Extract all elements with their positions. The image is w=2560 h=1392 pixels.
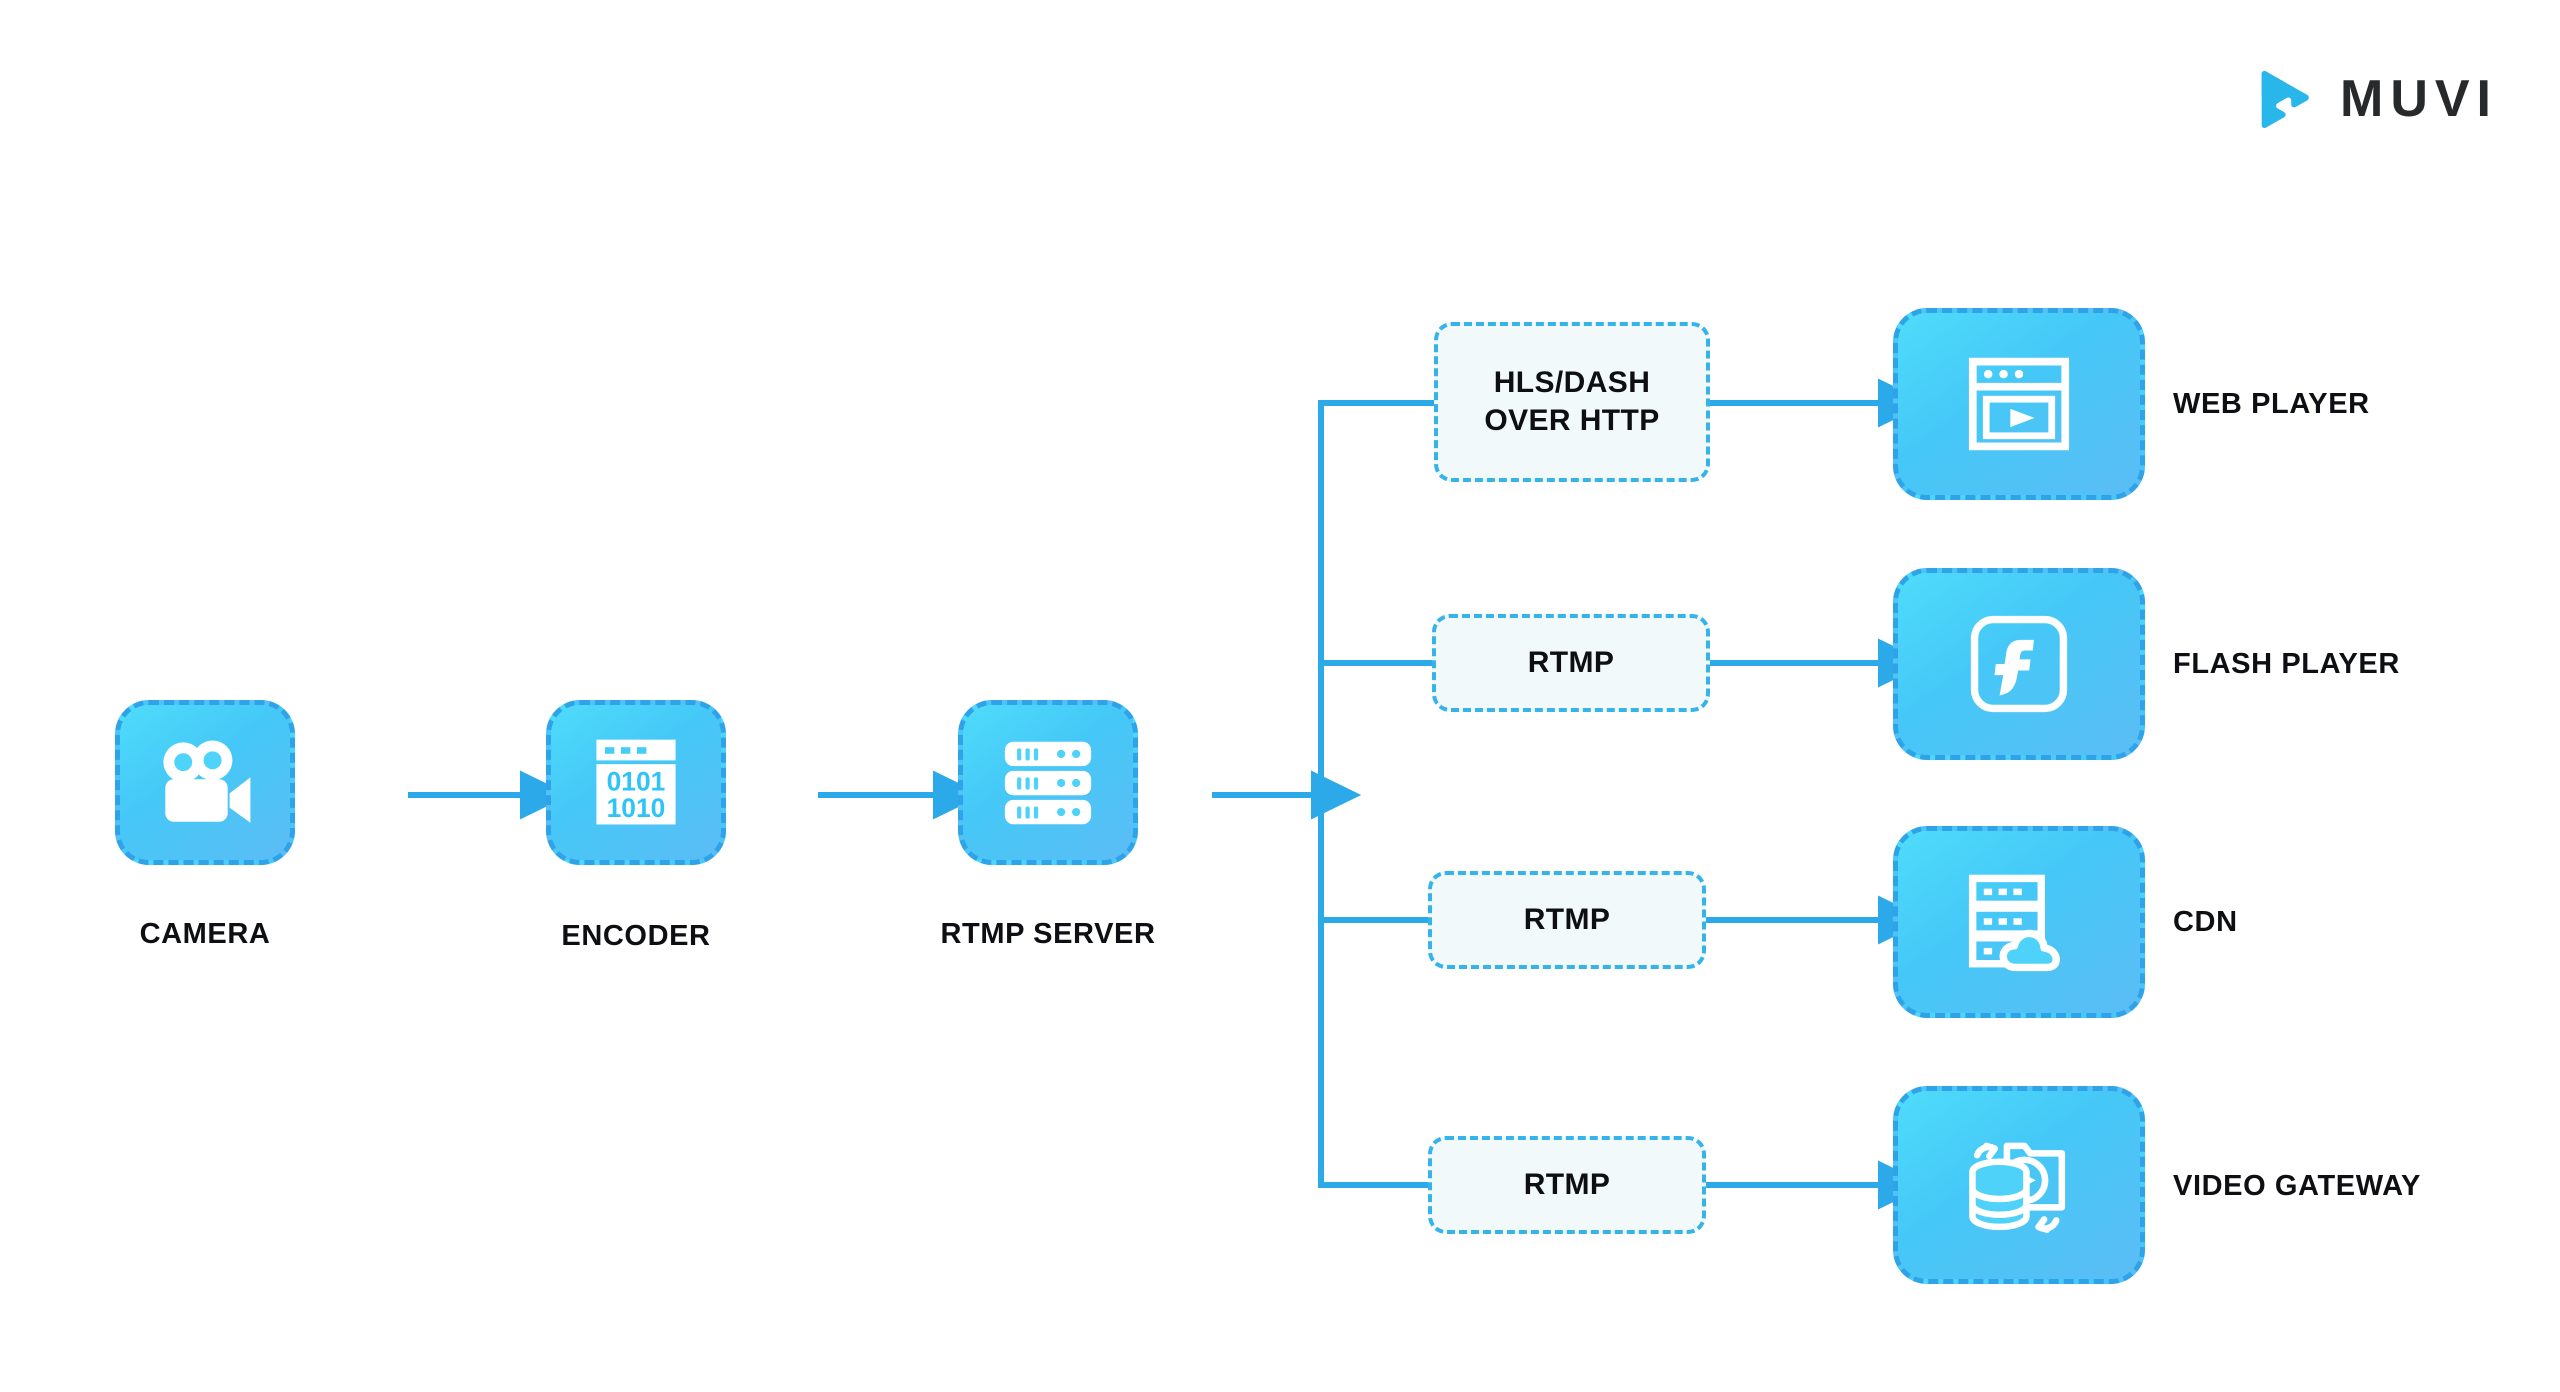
diagram-canvas: MUVI CAMERA 0101 1010 ENCODER RTMP SERVE… [0, 0, 2560, 1392]
pill-hls-dash-label: HLS/DASH OVER HTTP [1484, 365, 1660, 437]
node-camera-label: CAMERA [139, 918, 271, 950]
svg-text:1010: 1010 [607, 792, 666, 822]
pill-rtmp-cdn-label: RTMP [1523, 902, 1611, 936]
pill-hls-dash-over-http[interactable]: HLS/DASH OVER HTTP [1434, 322, 1710, 482]
node-video-gateway[interactable] [1893, 1086, 2145, 1284]
pill-rtmp-video-gateway-label: RTMP [1523, 1167, 1611, 1201]
muvi-play-mark-icon [2252, 68, 2314, 130]
pill-rtmp-cdn[interactable]: RTMP [1428, 871, 1706, 969]
node-cdn-label: CDN [2173, 906, 2238, 938]
node-cdn[interactable] [1893, 826, 2145, 1018]
node-flash-player-label: FLASH PLAYER [2173, 648, 2400, 680]
node-camera[interactable] [115, 700, 295, 865]
node-rtmp-server-label: RTMP SERVER [940, 918, 1156, 950]
video-camera-icon [153, 739, 257, 827]
node-web-player-label: WEB PLAYER [2173, 388, 2370, 420]
browser-play-icon [1967, 352, 2071, 456]
node-web-player[interactable] [1893, 308, 2145, 500]
video-gateway-icon [1965, 1131, 2073, 1239]
server-cloud-icon [1967, 871, 2071, 973]
node-video-gateway-label: VIDEO GATEWAY [2173, 1170, 2421, 1202]
node-rtmp-server[interactable] [958, 700, 1138, 865]
flash-logo-icon [1969, 614, 2069, 714]
pill-rtmp-flash-label: RTMP [1527, 645, 1615, 679]
muvi-logo: MUVI [2252, 68, 2498, 130]
node-flash-player[interactable] [1893, 568, 2145, 760]
muvi-wordmark: MUVI [2340, 70, 2498, 128]
node-encoder[interactable]: 0101 1010 [546, 700, 726, 865]
pill-rtmp-video-gateway[interactable]: RTMP [1428, 1136, 1706, 1234]
node-encoder-label: ENCODER [561, 920, 711, 952]
binary-window-icon: 0101 1010 [584, 734, 688, 832]
server-rack-icon [999, 738, 1097, 828]
pill-rtmp-flash[interactable]: RTMP [1432, 614, 1710, 712]
